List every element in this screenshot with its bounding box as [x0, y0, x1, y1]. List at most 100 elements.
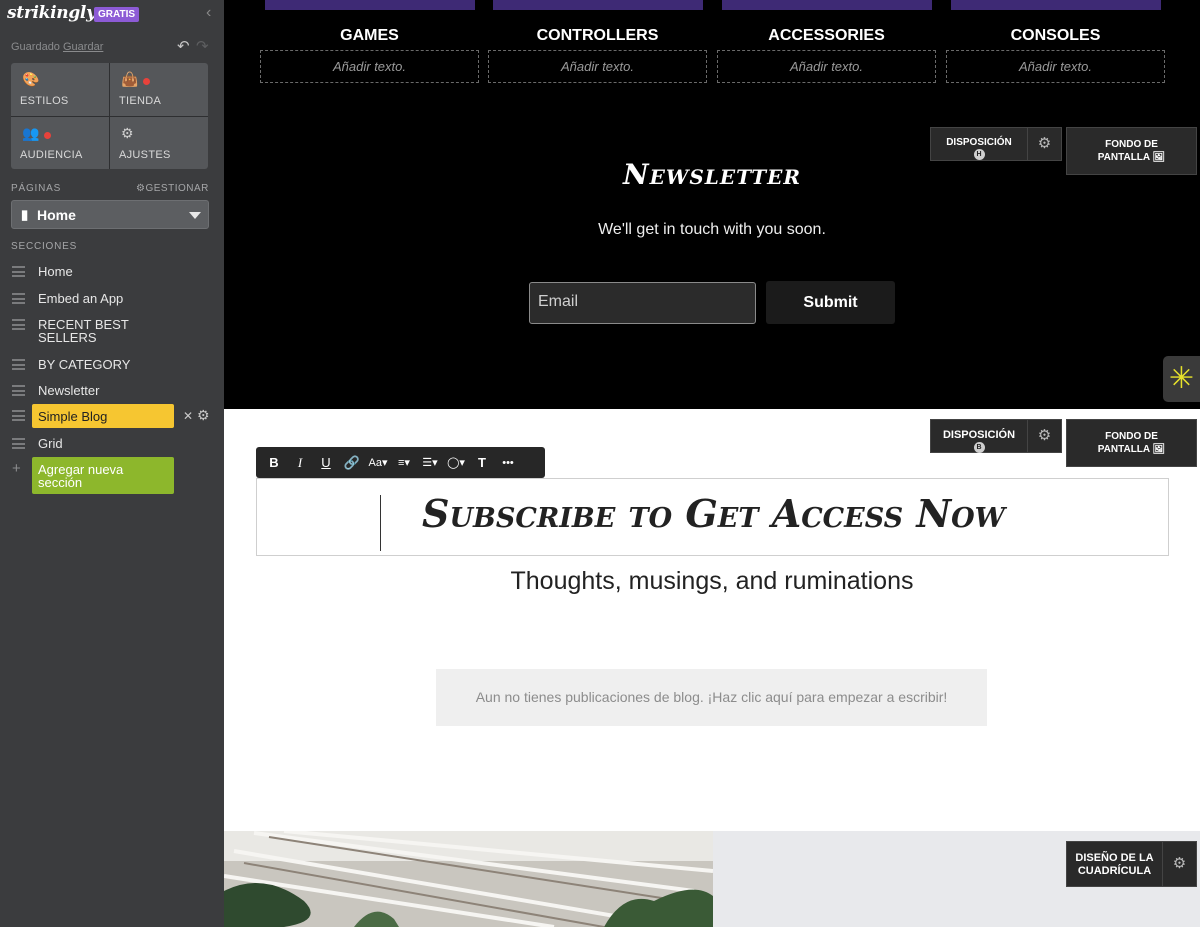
saved-text: Guardado	[11, 41, 60, 53]
section-label: Simple Blog	[38, 409, 108, 424]
tile-settings[interactable]: ⚙ AJUSTES	[110, 116, 208, 169]
category-image[interactable]	[265, 0, 475, 10]
category-title[interactable]: GAMES	[260, 27, 479, 45]
section-label: Grid	[38, 436, 63, 451]
bag-icon: 👜	[121, 71, 139, 87]
color-button[interactable]: ◯▾	[443, 456, 469, 469]
gear-icon: ⚙	[121, 124, 134, 141]
background-button[interactable]: FONDO DE PANTALLA 🖼	[1066, 419, 1197, 467]
category-description-placeholder[interactable]: Añadir texto.	[946, 50, 1165, 83]
people-icon: 👥	[22, 124, 40, 141]
drag-handle-icon[interactable]	[12, 266, 25, 277]
pages-label: PÁGINAS	[11, 183, 62, 194]
blog-title-editor[interactable]: Subscribe to Get Access Now	[256, 478, 1169, 556]
category-description-placeholder[interactable]: Añadir texto.	[260, 50, 479, 83]
layout-button[interactable]: DISPOSICIÓN B	[930, 419, 1028, 453]
blog-subtitle[interactable]: Thoughts, musings, and ruminations	[224, 567, 1200, 596]
section-label: Newsletter	[38, 383, 100, 398]
underline-button[interactable]: U	[313, 455, 339, 470]
sparkle-icon[interactable]: ✳	[1163, 356, 1200, 402]
category-image[interactable]	[493, 0, 703, 10]
grid-design-button[interactable]: DISEÑO DE LA CUADRÍCULA	[1066, 841, 1163, 887]
background-label-line1: FONDO DE	[1105, 431, 1158, 442]
notification-dot	[44, 131, 51, 139]
section-settings-gear-icon[interactable]: ⚙	[1027, 127, 1062, 161]
notification-dot	[143, 78, 150, 85]
section-item-simple-blog[interactable]: Simple Blog ✕ ⚙	[0, 404, 224, 428]
category-description-placeholder[interactable]: Añadir texto.	[488, 50, 707, 83]
grid-section: DISEÑO DE LA CUADRÍCULA ⚙	[224, 831, 1200, 927]
background-label-line1: FONDO DE	[1105, 139, 1158, 150]
category-description-placeholder[interactable]: Añadir texto.	[717, 50, 936, 83]
text-style-button[interactable]: T	[469, 455, 495, 470]
link-icon[interactable]: 🔗	[339, 455, 365, 471]
section-item-home[interactable]: Home	[0, 262, 224, 284]
section-item-by-category[interactable]: BY CATEGORY	[0, 355, 224, 377]
email-field[interactable]: Email	[529, 282, 756, 324]
newsletter-subtitle[interactable]: We'll get in touch with you soon.	[224, 221, 1200, 239]
layout-label: DISPOSICIÓN	[942, 429, 1016, 441]
drag-handle-icon[interactable]	[12, 293, 25, 304]
more-options-button[interactable]: •••	[495, 457, 521, 469]
newsletter-section: GAMES CONTROLLERS ACCESSORIES CONSOLES A…	[224, 0, 1200, 409]
collapse-sidebar-icon[interactable]: ‹	[206, 4, 211, 22]
category-image[interactable]	[722, 0, 932, 10]
grid-settings-gear-icon[interactable]: ⚙	[1162, 841, 1197, 887]
section-label: BY CATEGORY	[38, 357, 131, 372]
tile-store[interactable]: 👜 TIENDA	[110, 63, 208, 116]
rich-text-toolbar: B I U 🔗 Aa▾ ≡▾ ☰▾ ◯▾ T •••	[256, 447, 545, 478]
drag-handle-icon[interactable]	[12, 319, 25, 330]
simple-blog-section: DISPOSICIÓN B ⚙ FONDO DE PANTALLA 🖼 B I …	[224, 409, 1200, 831]
gear-icon[interactable]: ⚙	[197, 407, 210, 424]
section-settings-gear-icon[interactable]: ⚙	[1027, 419, 1062, 453]
text-cursor	[380, 495, 381, 551]
category-image[interactable]	[951, 0, 1161, 10]
layout-letter: B	[973, 442, 985, 453]
submit-button[interactable]: Submit	[766, 281, 895, 324]
italic-button[interactable]: I	[287, 455, 313, 471]
manage-label: GESTIONAR	[145, 183, 209, 194]
grid-design-line2: CUADRÍCULA	[1077, 865, 1152, 877]
save-link[interactable]: Guardar	[63, 41, 103, 53]
tile-audience[interactable]: 👥 AUDIENCIA	[11, 116, 109, 169]
section-item-embed-app[interactable]: Embed an App	[0, 289, 224, 311]
page-icon: ▮	[21, 207, 29, 222]
bold-button[interactable]: B	[261, 455, 287, 470]
category-title[interactable]: CONTROLLERS	[488, 27, 707, 45]
section-item-newsletter[interactable]: Newsletter	[0, 381, 224, 403]
empty-blog-message[interactable]: Aun no tienes publicaciones de blog. ¡Ha…	[436, 669, 987, 726]
undo-icon[interactable]: ↶	[177, 37, 190, 55]
redo-icon[interactable]: ↷	[196, 37, 209, 55]
layout-button[interactable]: DISPOSICIÓN H	[930, 127, 1028, 161]
plan-badge[interactable]: GRATIS	[94, 7, 140, 22]
section-item-grid[interactable]: Grid	[0, 434, 224, 456]
chevron-down-icon	[189, 212, 201, 219]
save-status: Guardado Guardar	[11, 41, 103, 53]
close-icon[interactable]: ✕	[183, 409, 193, 423]
tile-styles[interactable]: 🎨 ESTILOS	[11, 63, 109, 116]
grid-design-line1: DISEÑO DE LA	[1075, 852, 1154, 864]
manage-pages-link[interactable]: ⚙GESTIONAR	[136, 183, 209, 194]
drag-handle-icon[interactable]	[12, 359, 25, 370]
app-root: strikingly GRATIS ‹ Guardado Guardar ↶ ↷…	[0, 0, 1200, 927]
font-size-button[interactable]: Aa▾	[365, 456, 391, 469]
newsletter-title[interactable]: Newsletter	[224, 158, 1200, 191]
image-icon: 🖼	[1152, 444, 1166, 455]
category-title[interactable]: ACCESSORIES	[717, 27, 936, 45]
page-select[interactable]: ▮ Home	[11, 200, 209, 229]
align-button[interactable]: ≡▾	[391, 456, 417, 469]
tile-label: ESTILOS	[20, 95, 69, 107]
blog-title[interactable]: Subscribe to Get Access Now	[257, 491, 1170, 536]
plus-icon: +	[12, 460, 21, 477]
section-label: Embed an App	[38, 291, 124, 306]
drag-handle-icon[interactable]	[12, 385, 25, 396]
pergola-photo	[224, 831, 713, 927]
grid-photo[interactable]	[224, 831, 713, 927]
add-section-button[interactable]: Agregar nueva sección	[32, 457, 174, 494]
category-title[interactable]: CONSOLES	[946, 27, 1165, 45]
section-item-recent-best-sellers[interactable]: RECENT BEST SELLERS	[0, 315, 224, 345]
list-button[interactable]: ☰▾	[417, 456, 443, 469]
drag-handle-icon[interactable]	[12, 438, 25, 449]
section-label: Home	[38, 264, 73, 279]
drag-handle-icon[interactable]	[12, 410, 25, 421]
